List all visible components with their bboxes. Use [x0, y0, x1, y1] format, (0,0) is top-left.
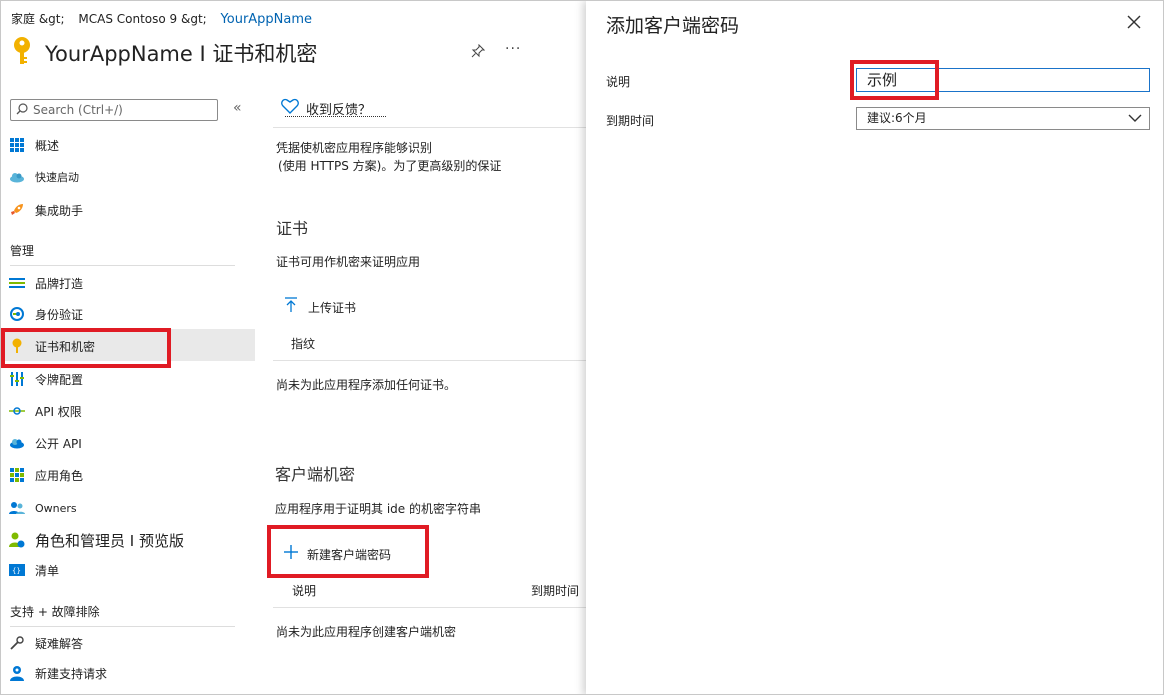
- more-options-icon[interactable]: ···: [505, 41, 521, 57]
- intro-line-2: (使用 HTTPS 方案)。为了更高级别的保证: [278, 159, 502, 173]
- app-key-icon: [11, 36, 33, 70]
- sidebar-item-app-roles[interactable]: 应用角色: [9, 461, 83, 489]
- add-client-secret-panel: 添加客户端密码 说明 示例 到期时间 建议:6个月: [586, 1, 1163, 694]
- sidebar-item-label: 疑难解答: [35, 636, 84, 651]
- sidebar-item-label: 集成助手: [35, 203, 84, 218]
- search-icon: [11, 102, 33, 118]
- sidebar-item-label: 身份验证: [35, 307, 84, 322]
- description-column-header: 说明: [292, 584, 317, 598]
- secrets-table-divider: [273, 607, 586, 608]
- sidebar-item-token-config[interactable]: 令牌配置: [9, 365, 83, 393]
- sidebar-item-quickstart[interactable]: 快速启动: [9, 163, 79, 191]
- sidebar-item-label: 令牌配置: [35, 372, 84, 387]
- roles-admins-icon: [9, 532, 25, 548]
- sidebar-item-branding[interactable]: 品牌打造: [9, 269, 83, 297]
- breadcrumb: 家庭 &gt; MCAS Contoso 9 &gt; YourAppName: [11, 10, 312, 27]
- quickstart-cloud-icon: [9, 169, 25, 185]
- sidebar-item-troubleshooting[interactable]: 疑难解答: [9, 629, 83, 657]
- intro-line-1: 凭据使机密应用程序能够识别: [276, 141, 433, 155]
- feedback-underline: [285, 116, 386, 117]
- certificates-description: 证书可用作机密来证明应用: [276, 255, 421, 269]
- upload-certificate-button[interactable]: 上传证书: [284, 297, 356, 317]
- portal-window: 家庭 &gt; MCAS Contoso 9 &gt; YourAppName …: [0, 0, 1164, 695]
- heart-icon: [281, 98, 299, 118]
- sidebar-item-overview[interactable]: 概述: [9, 131, 59, 159]
- close-icon[interactable]: [1127, 13, 1141, 34]
- expires-selected-value: 建议:6个月: [867, 111, 927, 125]
- expires-column-header: 到期时间: [531, 584, 580, 598]
- owners-icon: [9, 500, 25, 516]
- sidebar-item-label: 新建支持请求: [35, 666, 108, 681]
- search-input[interactable]: Search (Ctrl+/): [10, 99, 218, 121]
- sidebar-item-label: API 权限: [35, 404, 82, 419]
- sidebar-item-integration-assistant[interactable]: 集成助手: [9, 196, 83, 224]
- pin-icon[interactable]: [471, 43, 486, 62]
- section-support: 支持 + 故障排除: [10, 605, 100, 619]
- sidebar-item-expose-api[interactable]: 公开 API: [9, 429, 82, 457]
- header-divider: [273, 127, 586, 128]
- api-permissions-icon: [9, 403, 25, 419]
- breadcrumb-tenant[interactable]: MCAS Contoso 9 &gt;: [78, 12, 206, 26]
- client-secrets-description: 应用程序用于证明其 ide 的机密字符串: [275, 502, 481, 516]
- page-header: YourAppName I 证书和机密: [11, 37, 317, 69]
- sidebar-item-label: 角色和管理员 I 预览版: [35, 531, 184, 550]
- highlight-certificates-secrets: [1, 328, 171, 368]
- rocket-icon: [9, 202, 25, 218]
- support-person-icon: [9, 665, 25, 681]
- expires-label: 到期时间: [606, 114, 655, 128]
- expires-select[interactable]: 建议:6个月: [856, 107, 1150, 130]
- sidebar-item-api-permissions[interactable]: API 权限: [9, 397, 82, 425]
- sidebar-item-label: 应用角色: [35, 468, 84, 483]
- sidebar-item-label: 快速启动: [35, 171, 79, 184]
- highlight-new-client-secret: [267, 525, 429, 578]
- panel-title: 添加客户端密码: [606, 15, 740, 37]
- sidebar-item-new-support-request[interactable]: 新建支持请求: [9, 659, 107, 687]
- thumbprint-column-header: 指纹: [291, 337, 316, 351]
- description-label: 说明: [606, 75, 631, 89]
- wrench-icon: [9, 635, 25, 651]
- sidebar-item-label: 概述: [35, 138, 60, 153]
- no-certificates-message: 尚未为此应用程序添加任何证书。: [276, 378, 457, 392]
- breadcrumb-home[interactable]: 家庭 &gt;: [11, 12, 65, 26]
- sidebar-item-label: Owners: [35, 501, 77, 515]
- app-roles-icon: [9, 467, 25, 483]
- certificates-heading: 证书: [276, 219, 309, 238]
- expose-api-icon: [9, 435, 25, 451]
- sidebar-item-label: 公开 API: [35, 436, 82, 451]
- token-config-icon: [9, 371, 25, 387]
- page-title: YourAppName I 证书和机密: [45, 42, 318, 66]
- manifest-icon: {}: [9, 562, 25, 578]
- client-secrets-heading: 客户端机密: [275, 465, 356, 484]
- no-client-secrets-message: 尚未为此应用程序创建客户端机密: [276, 625, 457, 639]
- authentication-icon: [9, 306, 25, 322]
- feedback-label: 收到反馈？: [306, 102, 372, 118]
- upload-certificate-label: 上传证书: [308, 300, 357, 315]
- section-manage: 管理: [10, 244, 35, 258]
- section-divider: [10, 265, 235, 266]
- sidebar-item-manifest[interactable]: {} 清单: [9, 556, 59, 584]
- feedback-link[interactable]: 收到反馈？: [281, 98, 371, 118]
- sidebar-item-label: 品牌打造: [35, 276, 84, 291]
- sidebar-item-roles-admins[interactable]: 角色和管理员 I 预览版: [9, 526, 184, 554]
- sidebar-item-owners[interactable]: Owners: [9, 494, 77, 522]
- highlight-description-field: [850, 60, 939, 100]
- overview-grid-icon: [9, 137, 25, 153]
- section-divider: [10, 626, 235, 627]
- collapse-sidebar-icon[interactable]: «: [233, 100, 242, 116]
- search-placeholder: Search (Ctrl+/): [33, 103, 123, 117]
- certificates-table-divider: [273, 360, 586, 361]
- upload-arrow-icon: [284, 297, 298, 317]
- sidebar-item-authentication[interactable]: 身份验证: [9, 300, 83, 328]
- chevron-down-icon: [1128, 111, 1142, 132]
- svg-text:{}: {}: [12, 567, 21, 575]
- breadcrumb-app[interactable]: YourAppName: [221, 12, 313, 27]
- sidebar-item-label: 清单: [35, 563, 60, 578]
- branding-icon: [9, 275, 25, 291]
